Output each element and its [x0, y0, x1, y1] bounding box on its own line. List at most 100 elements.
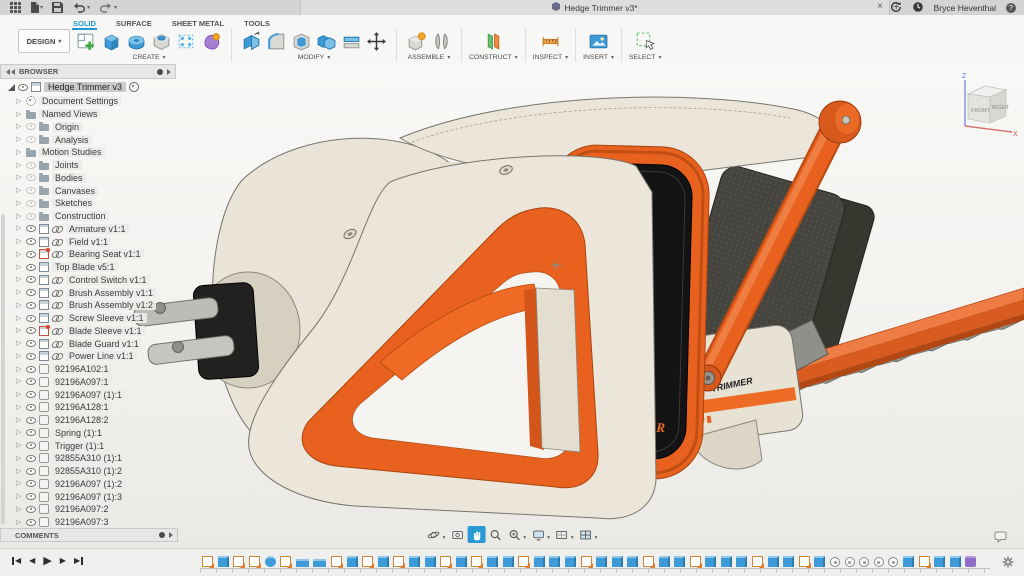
- timeline-feature-ex[interactable]: [783, 556, 794, 567]
- tree-item-label[interactable]: Origin: [52, 122, 82, 132]
- timeline-feature-sk[interactable]: [393, 556, 404, 567]
- caret-down-icon[interactable]: ▾: [523, 535, 526, 541]
- tree-item-label[interactable]: Control Switch v1:1: [66, 275, 150, 285]
- tree-item[interactable]: ▷ 92196A102:1: [0, 363, 176, 376]
- expand-arrow-icon[interactable]: ▷: [16, 264, 23, 271]
- visibility-eye-icon[interactable]: [26, 506, 36, 513]
- caret-down-icon[interactable]: ▾: [595, 535, 598, 541]
- timeline-feature-sk[interactable]: [233, 556, 244, 567]
- combine-icon[interactable]: [314, 30, 339, 53]
- timeline-feature-jt[interactable]: [845, 557, 855, 567]
- tree-item[interactable]: ▷Origin: [0, 121, 176, 134]
- split-icon[interactable]: [339, 30, 364, 53]
- comments-dot-icon[interactable]: [159, 532, 165, 538]
- visibility-eye-icon[interactable]: [26, 468, 36, 475]
- tree-item[interactable]: ▷92196A097:3: [0, 516, 176, 529]
- play-icon[interactable]: ▶: [43, 554, 51, 567]
- tree-item-label[interactable]: Top Blade v5:1: [52, 262, 118, 272]
- caret-down-icon[interactable]: ▾: [547, 535, 550, 541]
- modify-group-label[interactable]: MODIFY▾: [298, 54, 330, 61]
- tree-item-label[interactable]: Joints: [52, 160, 82, 170]
- joint-icon[interactable]: [429, 30, 454, 53]
- expand-arrow-icon[interactable]: ▷: [16, 429, 23, 436]
- timeline-feature-sk[interactable]: [249, 556, 260, 567]
- tree-item-label[interactable]: Blade Guard v1:1: [66, 339, 142, 349]
- timeline-feature-sk[interactable]: [690, 556, 701, 567]
- tree-item[interactable]: ▷ Top Blade v5:1: [0, 261, 176, 274]
- viewport-canvas[interactable]: TRIMMER: [0, 62, 1024, 548]
- timeline-feature-sk[interactable]: [202, 556, 213, 567]
- tree-item[interactable]: ▷92196A097 (1):1: [0, 388, 176, 401]
- visibility-eye-icon[interactable]: [18, 84, 28, 91]
- orbit-icon[interactable]: [425, 526, 443, 543]
- comments-expand-icon[interactable]: [169, 532, 173, 538]
- timeline-feature-ex[interactable]: [596, 556, 607, 567]
- expand-arrow-icon[interactable]: ▷: [16, 455, 23, 462]
- expand-arrow-icon[interactable]: ▷: [16, 468, 23, 475]
- zoom-icon[interactable]: [486, 526, 504, 543]
- visibility-eye-icon[interactable]: [26, 276, 36, 283]
- expand-arrow-icon[interactable]: ▷: [16, 417, 23, 424]
- grid-layout-icon[interactable]: [553, 526, 571, 543]
- tree-item[interactable]: ▷92196A097 (1):3: [0, 490, 176, 503]
- select-group-label[interactable]: SELECT▾: [629, 54, 661, 61]
- tree-item[interactable]: ▷92196A097 (1):2: [0, 478, 176, 491]
- expand-arrow-icon[interactable]: ▷: [16, 289, 23, 296]
- visibility-eye-icon[interactable]: [26, 366, 36, 373]
- visibility-eye-icon[interactable]: [26, 238, 36, 245]
- timeline-feature-lf[interactable]: [296, 559, 309, 567]
- tree-item-label[interactable]: Document Settings: [39, 96, 121, 106]
- visibility-eye-icon[interactable]: [26, 174, 36, 181]
- expand-arrow-icon[interactable]: ▷: [16, 391, 23, 398]
- tree-item-label[interactable]: 92196A102:1: [52, 364, 112, 374]
- timeline-feature-ex[interactable]: [659, 556, 670, 567]
- tree-item-label[interactable]: Blade Sleeve v1:1: [66, 326, 145, 336]
- tree-item-label[interactable]: 92196A097:2: [52, 504, 112, 514]
- workspace-switcher[interactable]: DESIGN ▾: [18, 29, 70, 53]
- timeline-feature-jt[interactable]: [874, 557, 884, 567]
- visibility-eye-icon[interactable]: [26, 123, 36, 130]
- insert-group-label[interactable]: INSERT▾: [583, 54, 614, 61]
- expand-arrow-icon[interactable]: ▷: [16, 213, 23, 220]
- expand-arrow-icon[interactable]: ▷: [16, 302, 23, 309]
- visibility-eye-icon[interactable]: [26, 455, 36, 462]
- plane-icon[interactable]: [481, 30, 506, 53]
- timeline-feature-sk[interactable]: [799, 556, 810, 567]
- expand-arrow-icon[interactable]: ▷: [16, 98, 23, 105]
- panel-dot-icon[interactable]: [157, 69, 163, 75]
- collapse-panel-icon[interactable]: [6, 69, 16, 75]
- visibility-eye-icon[interactable]: [26, 264, 36, 271]
- visibility-eye-icon[interactable]: [26, 187, 36, 194]
- look-at-icon[interactable]: [448, 526, 466, 543]
- timeline-feature-sk[interactable]: [362, 556, 373, 567]
- view-cube[interactable]: Z X FRONT RIGHT: [948, 70, 1020, 146]
- tree-item[interactable]: ▷ 92855A310 (1):1: [0, 452, 176, 465]
- timeline-gear-icon[interactable]: [1002, 555, 1014, 573]
- tree-item-label[interactable]: Brush Assembly v1:2: [66, 300, 156, 310]
- viewports-icon[interactable]: [577, 526, 595, 543]
- app-grid-icon[interactable]: [10, 2, 21, 13]
- timeline-feature-ex[interactable]: [627, 556, 638, 567]
- visibility-eye-icon[interactable]: [26, 480, 36, 487]
- expand-arrow-icon[interactable]: ▷: [16, 442, 23, 449]
- expand-arrow-icon[interactable]: ▷: [16, 136, 23, 143]
- expand-arrow-icon[interactable]: ▷: [16, 366, 23, 373]
- tree-item[interactable]: ▷Named Views: [0, 108, 176, 121]
- expand-arrow-icon[interactable]: ▷: [16, 111, 23, 118]
- insert-image-icon[interactable]: [586, 30, 611, 53]
- panel-expand-icon[interactable]: [167, 69, 171, 75]
- tree-item-label[interactable]: 92855A310 (1):1: [52, 453, 125, 463]
- tree-item[interactable]: ▷Brush Assembly v1:1: [0, 286, 176, 299]
- inspect-group-label[interactable]: INSPECT▾: [533, 54, 568, 61]
- tree-item[interactable]: ▷Bearing Seat v1:1: [0, 248, 176, 261]
- expand-arrow-icon[interactable]: ▷: [16, 174, 23, 181]
- timeline-feature-jt[interactable]: [859, 557, 869, 567]
- history-clock-icon[interactable]: [912, 1, 924, 15]
- tree-item[interactable]: ▷Blade Sleeve v1:1: [0, 325, 176, 338]
- tree-item-label[interactable]: Analysis: [52, 135, 92, 145]
- timeline-feature-jt[interactable]: [830, 557, 840, 567]
- timeline-feature-ex[interactable]: [721, 556, 732, 567]
- tree-item[interactable]: ▷ Brush Assembly v1:2: [0, 299, 176, 312]
- tree-item-label[interactable]: Canvases: [52, 186, 98, 196]
- assemble-group-label[interactable]: ASSEMBLE▾: [408, 54, 451, 61]
